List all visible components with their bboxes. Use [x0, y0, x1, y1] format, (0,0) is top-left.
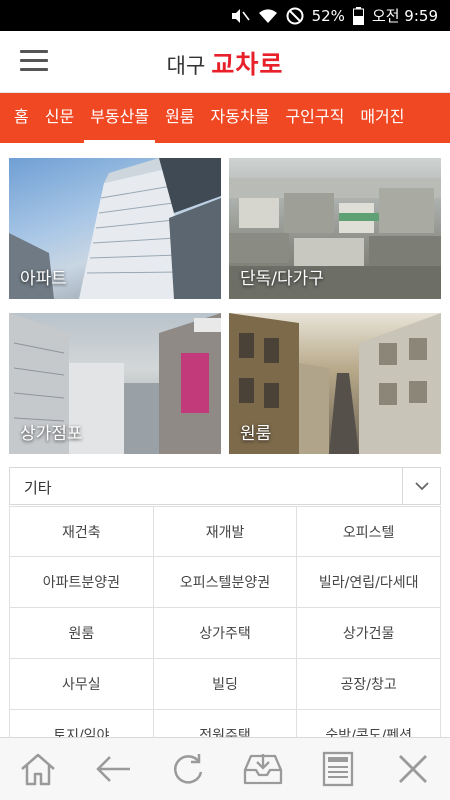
status-bar: 52% 오전 9:59	[0, 0, 450, 31]
grid-item[interactable]: 빌라/연립/다세대	[297, 557, 442, 607]
back-arrow-icon[interactable]	[91, 747, 135, 791]
grid-item[interactable]: 오피스텔	[297, 507, 442, 556]
tile-detached-house[interactable]: 단독/다가구	[229, 158, 441, 299]
wifi-icon	[258, 8, 277, 23]
home-icon[interactable]	[16, 747, 60, 791]
brand-logo[interactable]: 대구 교차로	[0, 45, 450, 81]
grid-item[interactable]: 사무실	[10, 659, 154, 709]
close-icon[interactable]	[391, 747, 435, 791]
battery-icon	[352, 6, 364, 25]
category-tiles: 아파트 단독/다가구 상가점포 원룸	[9, 158, 441, 454]
news-icon[interactable]	[316, 747, 360, 791]
tile-commercial-shop[interactable]: 상가점포	[9, 313, 221, 454]
tab-home[interactable]: 홈	[0, 93, 37, 143]
brand-prefix: 대구	[166, 54, 206, 78]
tile-label: 원룸	[240, 424, 272, 444]
grid-item[interactable]: 원룸	[10, 608, 154, 658]
grid-item[interactable]: 공장/창고	[297, 659, 442, 709]
download-tray-icon[interactable]	[241, 747, 285, 791]
category-select-value: 기타	[24, 479, 52, 497]
grid-item[interactable]: 빌딩	[154, 659, 298, 709]
category-select[interactable]: 기타	[9, 467, 441, 505]
mute-icon	[231, 8, 250, 23]
grid-row: 사무실 빌딩 공장/창고	[10, 659, 442, 710]
tab-cars[interactable]: 자동차몰	[203, 93, 278, 143]
tile-label: 아파트	[20, 269, 67, 289]
bottom-toolbar	[0, 737, 450, 800]
clock: 오전 9:59	[371, 7, 438, 25]
battery-percent: 52%	[311, 6, 345, 25]
refresh-icon[interactable]	[166, 747, 210, 791]
tab-one-room[interactable]: 원룸	[157, 93, 202, 143]
tile-label: 상가점포	[20, 424, 83, 444]
tab-magazine[interactable]: 매거진	[352, 93, 412, 143]
grid-row: 아파트분양권 오피스텔분양권 빌라/연립/다세대	[10, 557, 442, 608]
brand-name: 교차로	[211, 50, 284, 79]
tile-label: 단독/다가구	[240, 269, 324, 289]
grid-item[interactable]: 상가주택	[154, 608, 298, 658]
grid-item[interactable]: 재건축	[10, 507, 154, 556]
grid-item[interactable]: 아파트분양권	[10, 557, 154, 607]
grid-row: 원룸 상가주택 상가건물	[10, 608, 442, 659]
grid-item[interactable]: 상가건물	[297, 608, 442, 658]
tab-real-estate[interactable]: 부동산몰	[82, 93, 157, 143]
subcategory-grid: 재건축 재개발 오피스텔 아파트분양권 오피스텔분양권 빌라/연립/다세대 원룸…	[9, 506, 442, 761]
tab-jobs[interactable]: 구인구직	[277, 93, 352, 143]
grid-item[interactable]: 오피스텔분양권	[154, 557, 298, 607]
grid-row: 재건축 재개발 오피스텔	[10, 506, 442, 557]
app-bar: 대구 교차로	[0, 31, 450, 93]
do-not-disturb-icon	[286, 7, 304, 24]
tile-apartment[interactable]: 아파트	[9, 158, 221, 299]
grid-item[interactable]: 재개발	[154, 507, 298, 556]
chevron-down-icon[interactable]	[402, 468, 440, 504]
category-tabs: 홈 신문 부동산몰 원룸 자동차몰 구인구직 매거진	[0, 93, 450, 143]
tile-one-room[interactable]: 원룸	[229, 313, 441, 454]
tab-newspaper[interactable]: 신문	[37, 93, 82, 143]
